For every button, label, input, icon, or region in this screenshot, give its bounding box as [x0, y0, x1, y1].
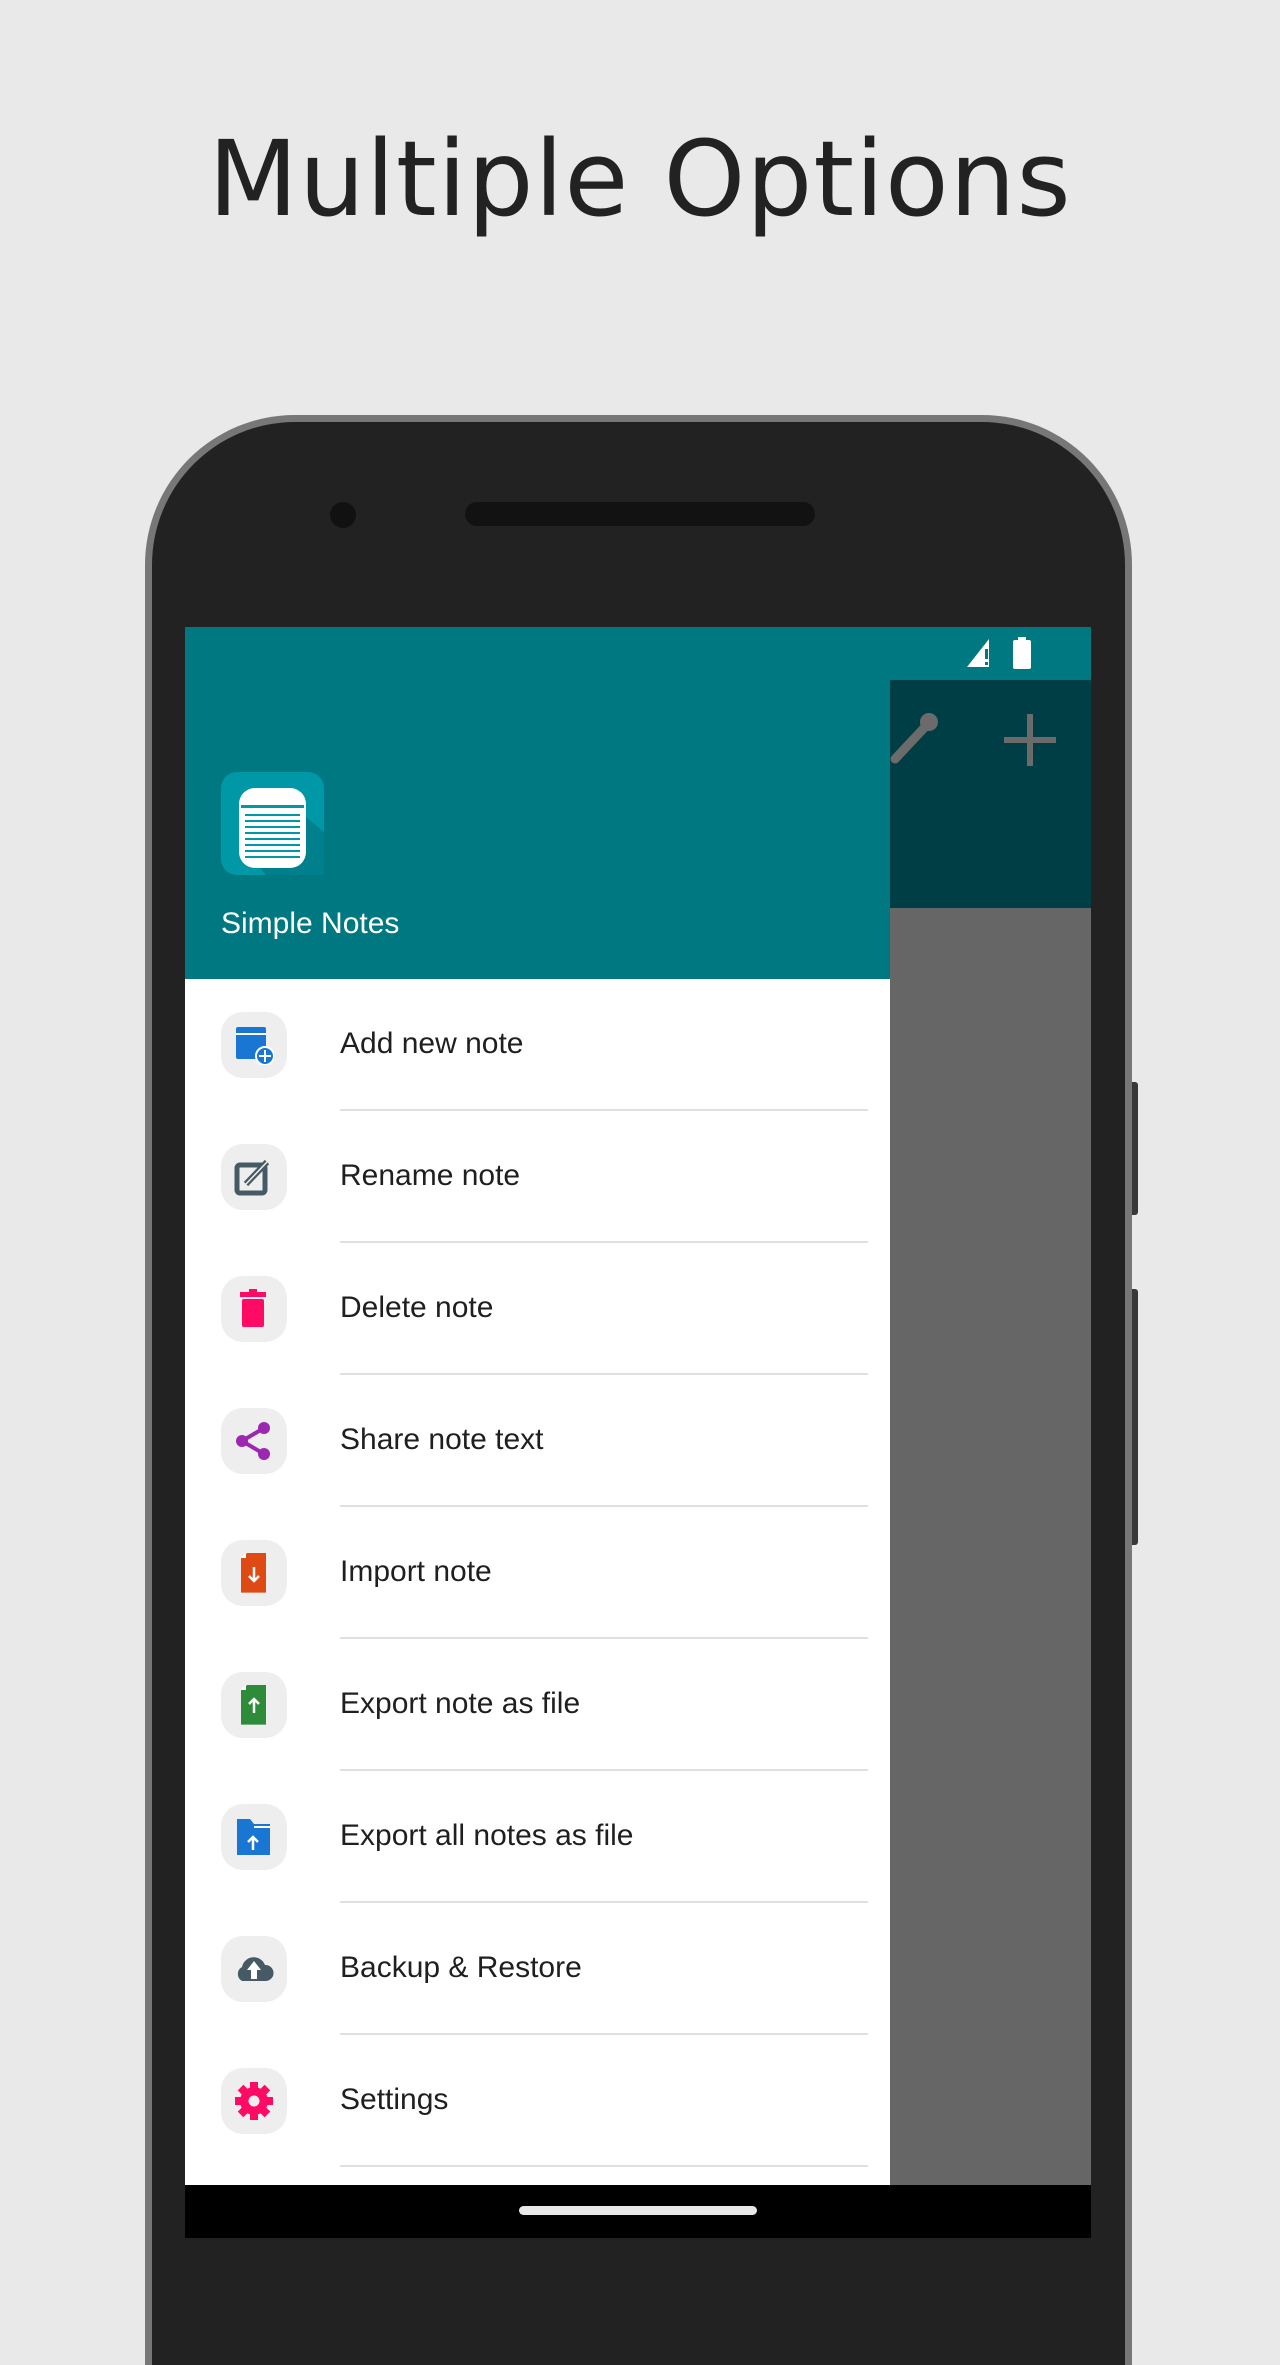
export-folder-icon	[237, 1819, 270, 1855]
color-picker-icon[interactable]	[885, 707, 941, 767]
phone-screen: 12:23	[185, 627, 1091, 2238]
power-button	[1132, 1289, 1138, 1545]
cloud-upload-icon	[237, 1957, 274, 1981]
edit-icon	[234, 1159, 270, 1196]
menu-item-label: Rename note	[340, 1159, 521, 1192]
add-icon[interactable]	[1004, 714, 1056, 766]
menu-item-label: Settings	[340, 2083, 449, 2116]
export-file-icon	[241, 1685, 266, 1725]
menu-item-export-all-notes[interactable]: Export all notes as file	[185, 1771, 890, 1903]
front-camera	[330, 502, 356, 528]
navigation-drawer: Simple Notes Add new note Rename note De…	[185, 627, 890, 2185]
import-file-icon	[241, 1553, 266, 1593]
menu-item-import-note[interactable]: Import note	[185, 1507, 890, 1639]
drawer-header: Simple Notes	[185, 627, 890, 979]
trash-icon	[240, 1289, 266, 1327]
share-icon	[236, 1422, 270, 1460]
menu-item-label: Share note text	[340, 1423, 544, 1456]
menu-item-rename-note[interactable]: Rename note	[185, 1111, 890, 1243]
menu-item-label: Backup & Restore	[340, 1951, 582, 1984]
menu-item-label: Export note as file	[340, 1687, 581, 1720]
headline: Multiple Options	[208, 118, 1072, 240]
menu-item-backup-restore[interactable]: Backup & Restore	[185, 1903, 890, 2035]
menu-item-label: Delete note	[340, 1291, 494, 1324]
menu-item-add-new-note[interactable]: Add new note	[185, 979, 890, 1111]
menu-item-settings[interactable]: Settings	[185, 2035, 890, 2167]
menu-item-label: Add new note	[340, 1027, 524, 1060]
signal-alert-icon	[967, 639, 993, 667]
app-name: Simple Notes	[221, 907, 400, 940]
battery-icon	[1013, 637, 1031, 669]
menu-item-label: Import note	[340, 1555, 492, 1588]
menu-item-export-note-as-file[interactable]: Export note as file	[185, 1639, 890, 1771]
home-gesture-handle[interactable]	[519, 2206, 757, 2215]
navigation-bar	[185, 2185, 1091, 2238]
earpiece-speaker	[465, 502, 815, 526]
volume-button	[1132, 1082, 1138, 1215]
menu-item-label: Export all notes as file	[340, 1819, 634, 1852]
divider	[340, 2165, 868, 2167]
add-note-icon	[236, 1027, 274, 1065]
gear-icon	[235, 2082, 273, 2120]
menu-item-share-note-text[interactable]: Share note text	[185, 1375, 890, 1507]
notepad-icon	[221, 772, 324, 875]
menu-item-delete-note[interactable]: Delete note	[185, 1243, 890, 1375]
